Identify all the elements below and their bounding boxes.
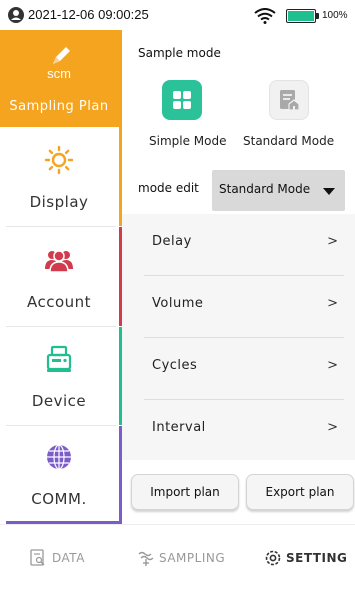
sampling-icon <box>138 551 154 566</box>
list-item-label: Cycles <box>152 358 198 373</box>
chevron-right-icon: > <box>327 420 338 435</box>
sample-mode-title: Sample mode <box>138 46 221 60</box>
battery-percent: 100% <box>322 10 348 21</box>
chevron-down-icon <box>323 188 335 195</box>
users-icon <box>45 250 73 273</box>
simple-mode-button[interactable] <box>162 80 202 120</box>
tab-label: SETTING <box>286 551 348 565</box>
list-item-interval[interactable]: Interval > <box>122 400 355 462</box>
list-item-label: Delay <box>152 234 192 249</box>
wifi-icon <box>254 8 276 24</box>
list-item-volume[interactable]: Volume > <box>122 276 355 338</box>
simple-mode-label[interactable]: Simple Mode <box>149 134 226 148</box>
tab-label: SAMPLING <box>159 551 226 565</box>
user-icon <box>8 7 24 23</box>
sun-icon <box>44 145 74 175</box>
settings-sidebar: scm Sampling Plan Display Account Device… <box>0 30 122 524</box>
pen-icon <box>53 47 70 64</box>
status-datetime: 2021-12-06 09:00:25 <box>28 7 149 22</box>
chevron-right-icon: > <box>327 358 338 373</box>
list-item-label: Volume <box>152 296 204 311</box>
mode-edit-value: Standard Mode <box>219 182 311 196</box>
sidebar-item-device[interactable]: Device <box>0 327 122 425</box>
gear-icon <box>265 550 281 566</box>
grid-icon <box>173 91 191 109</box>
device-icon <box>46 345 72 372</box>
sidebar-item-label: Device <box>31 392 87 410</box>
tab-label: DATA <box>52 551 85 565</box>
sidebar-item-comm[interactable]: COMM. <box>0 426 122 524</box>
list-item-label: Interval <box>152 420 206 435</box>
standard-mode-label[interactable]: Standard Mode <box>243 134 334 148</box>
sidebar-item-account[interactable]: Account <box>0 227 122 326</box>
mode-edit-label: mode edit <box>138 181 199 195</box>
globe-icon <box>47 444 71 470</box>
list-item-cycles[interactable]: Cycles > <box>122 338 355 400</box>
standard-mode-button[interactable] <box>269 80 309 120</box>
chevron-right-icon: > <box>327 296 338 311</box>
sidebar-item-label: Account <box>26 293 92 311</box>
chevron-right-icon: > <box>327 234 338 249</box>
sidebar-item-label: Display <box>29 193 89 211</box>
sampling-plan-panel: Sample mode Simple Mode Standard Mode mo… <box>122 30 355 524</box>
export-plan-button[interactable]: Export plan <box>246 474 354 510</box>
bottom-tab-bar: DATA SAMPLING SETTING <box>0 524 355 590</box>
settings-list: Delay > Volume > Cycles > Interval > <box>122 214 355 460</box>
battery-icon <box>286 9 319 23</box>
sidebar-item-display[interactable]: Display <box>0 127 122 226</box>
status-bar: 2021-12-06 09:00:25 100% <box>0 0 355 30</box>
sidebar-item-sampling-plan[interactable]: scm Sampling Plan <box>0 30 122 127</box>
data-icon <box>30 549 45 566</box>
sidebar-item-label: Sampling Plan <box>9 99 109 114</box>
scm-logo-text: scm <box>47 66 71 81</box>
list-item-delay[interactable]: Delay > <box>122 214 355 276</box>
document-home-icon <box>280 90 300 111</box>
sidebar-item-label: COMM. <box>31 490 87 508</box>
import-plan-button[interactable]: Import plan <box>131 474 239 510</box>
mode-edit-dropdown[interactable]: Standard Mode <box>212 170 345 211</box>
